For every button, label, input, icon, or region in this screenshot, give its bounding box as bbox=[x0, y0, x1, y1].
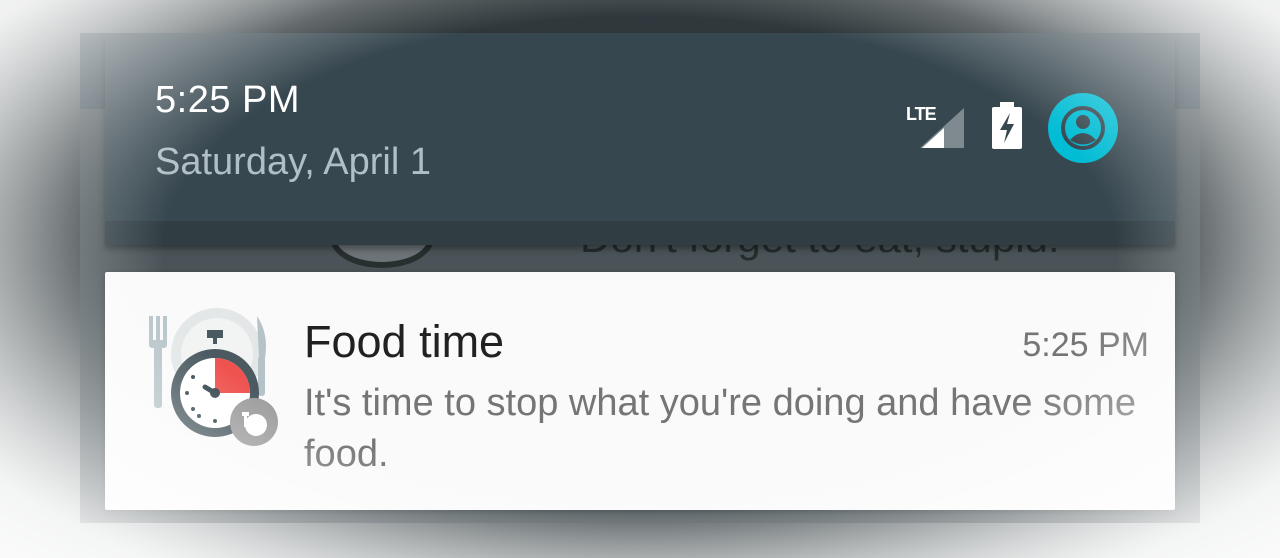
notification-title: Food time bbox=[304, 316, 505, 367]
status-date[interactable]: Saturday, April 1 bbox=[155, 141, 431, 184]
quick-settings-header[interactable]: 5:25 PM Saturday, April 1 LTE bbox=[105, 33, 1175, 245]
notification-time: 5:25 PM bbox=[1022, 326, 1149, 364]
notification-card[interactable]: Food time 5:25 PM It's time to stop what… bbox=[105, 272, 1175, 510]
battery-charging-icon bbox=[990, 101, 1024, 155]
app-badge-icon bbox=[229, 397, 279, 447]
notification-body: It's time to stop what you're doing and … bbox=[304, 382, 1136, 475]
header-divider bbox=[105, 221, 1175, 245]
user-avatar-icon[interactable] bbox=[1048, 93, 1118, 163]
status-icons: LTE bbox=[906, 93, 1118, 163]
status-clock: 5:25 PM bbox=[155, 79, 301, 121]
network-type-label: LTE bbox=[906, 104, 937, 124]
lte-signal-icon: LTE bbox=[906, 102, 966, 154]
